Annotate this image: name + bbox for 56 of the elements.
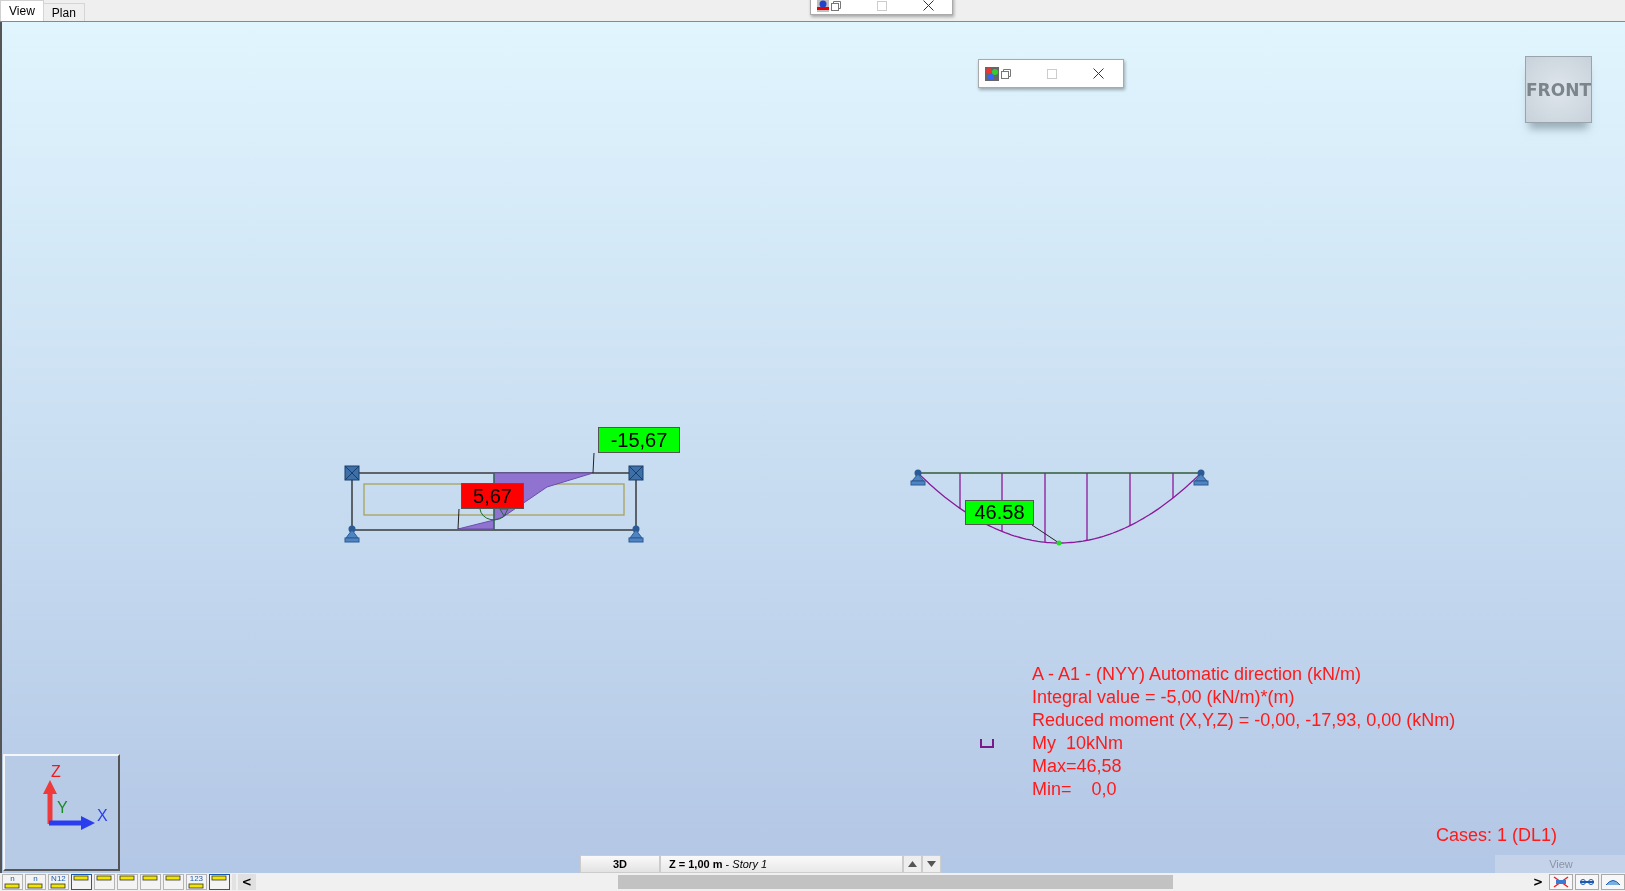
toolbar-button[interactable] bbox=[1549, 874, 1574, 890]
legend-text: Reduced moment (X,Y,Z) = -0,00, -17,93, 0,00 (kNm) bbox=[1032, 709, 1456, 732]
toolbar-button[interactable]: n bbox=[25, 874, 46, 890]
scroll-left-button[interactable]: < bbox=[237, 874, 256, 890]
legend-text: Max=46,58 bbox=[1032, 755, 1122, 778]
toolbar-icon bbox=[73, 875, 90, 881]
load-cases-text: Cases: 1 (DL1) bbox=[1436, 825, 1558, 846]
legend-text: My 10kNm bbox=[1032, 732, 1123, 755]
scroll-right-button[interactable]: > bbox=[1529, 874, 1548, 890]
up-arrow-button[interactable] bbox=[903, 855, 922, 873]
toolbar-button[interactable]: N12 bbox=[47, 874, 69, 890]
value-label: -15,67 bbox=[598, 427, 680, 453]
toolbar-button[interactable]: n bbox=[2, 874, 23, 890]
level-field[interactable]: Z = 1,00 m - Story 1 bbox=[660, 855, 903, 873]
minimized-window[interactable] bbox=[978, 59, 1124, 88]
scrollbar-thumb[interactable] bbox=[617, 875, 1173, 889]
toolbar-button[interactable] bbox=[1575, 874, 1600, 890]
link-icon bbox=[1579, 876, 1596, 888]
toolbar-button[interactable] bbox=[1601, 874, 1625, 890]
toolbar-button[interactable] bbox=[208, 874, 230, 890]
restore-icon[interactable] bbox=[1001, 68, 1011, 79]
toolbar-icon bbox=[142, 875, 159, 881]
toolbar-icon bbox=[4, 883, 21, 889]
toolbar-icon bbox=[96, 875, 113, 881]
view-mode-tab[interactable]: 3D bbox=[580, 855, 660, 873]
legend-text: A - A1 - (NYY) Automatic direction (kN/m) bbox=[1032, 663, 1362, 686]
view-tab[interactable]: View bbox=[0, 0, 44, 21]
toolbar-icon bbox=[165, 875, 182, 881]
toolbar-button[interactable]: 123 bbox=[185, 874, 207, 890]
legend-text: Min= 0,0 bbox=[1032, 778, 1117, 801]
view-tab[interactable]: Plan bbox=[42, 3, 85, 21]
toolbar-icon bbox=[119, 875, 136, 881]
toolbar-icon bbox=[50, 883, 67, 889]
up-arrow-icon bbox=[908, 861, 917, 867]
x-axis-arrow-icon bbox=[49, 816, 95, 830]
app-icon bbox=[817, 0, 829, 12]
down-arrow-button[interactable] bbox=[922, 855, 941, 873]
close-icon[interactable] bbox=[1093, 68, 1104, 79]
toolbar-button[interactable] bbox=[70, 874, 92, 890]
app-icon bbox=[985, 66, 999, 81]
crossed-element-icon bbox=[1553, 876, 1570, 888]
axis-label: Y bbox=[57, 800, 68, 816]
minimized-window[interactable] bbox=[810, 0, 953, 15]
axis-label: Z bbox=[51, 764, 61, 780]
down-arrow-icon bbox=[927, 861, 936, 867]
toolbar-icon bbox=[27, 883, 44, 889]
diagram-symbol-icon bbox=[980, 739, 994, 748]
toolbar-icon bbox=[188, 883, 205, 889]
restore-icon[interactable] bbox=[831, 0, 841, 11]
value-label: 5,67 bbox=[461, 483, 524, 509]
toolbar-icon bbox=[211, 875, 228, 881]
close-icon[interactable] bbox=[923, 0, 934, 11]
z-axis-arrow-icon bbox=[43, 780, 57, 824]
axis-label: X bbox=[97, 808, 108, 824]
legend-text: Integral value = -5,00 (kN/m)*(m) bbox=[1032, 686, 1295, 709]
value-label: 46.58 bbox=[965, 500, 1034, 525]
